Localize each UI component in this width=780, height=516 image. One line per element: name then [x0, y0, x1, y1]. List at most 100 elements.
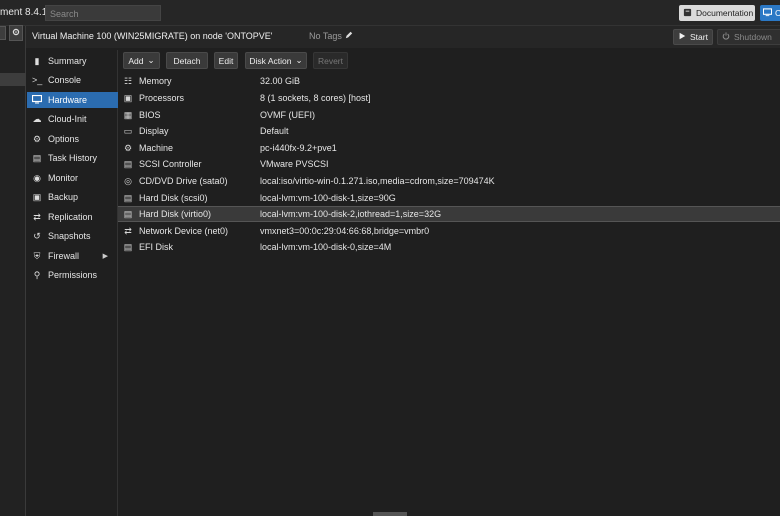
- cdrom-icon: ◎: [124, 175, 132, 186]
- nav-item-options[interactable]: ⚙ Options: [27, 131, 118, 147]
- table-row[interactable]: ⚙ Machine pc-i440fx-9.2+pve1: [118, 140, 780, 156]
- row-key: Memory: [139, 76, 172, 86]
- nav-label: Options: [48, 134, 80, 144]
- gear-icon: [12, 28, 20, 38]
- shutdown-button[interactable]: Shutdown: [717, 29, 780, 45]
- row-value: vmxnet3=00:0c:29:04:66:68,bridge=vmbr0: [260, 226, 430, 236]
- table-row[interactable]: ☷ Memory 32.00 GiB: [118, 73, 780, 89]
- exchange-icon: ⇄: [124, 225, 132, 236]
- nav-item-snapshots[interactable]: ↺ Snapshots: [27, 228, 118, 244]
- disk-action-button[interactable]: Disk Action ⌄: [245, 52, 307, 69]
- page-title: Virtual Machine 100 (WIN25MIGRATE) on no…: [32, 31, 273, 41]
- row-key: Hard Disk (scsi0): [139, 193, 208, 203]
- row-value: local-lvm:vm-100-disk-1,size=90G: [260, 193, 396, 203]
- nav-item-summary[interactable]: ▮ Summary: [27, 53, 118, 69]
- log-panel-resize-handle[interactable]: [373, 512, 407, 516]
- revert-label: Revert: [317, 55, 344, 66]
- view-selector-button[interactable]: [0, 26, 6, 40]
- nav-label: Console: [48, 75, 82, 85]
- chevron-down-icon: ⌄: [295, 55, 303, 65]
- nav-label: Monitor: [48, 173, 79, 183]
- cpu-icon: ▣: [123, 92, 133, 103]
- disk-action-label: Disk Action: [249, 55, 292, 66]
- table-row[interactable]: ▤ Hard Disk (scsi0) local-lvm:vm-100-dis…: [118, 190, 780, 206]
- table-row-selected[interactable]: ▤ Hard Disk (virtio0) local-lvm:vm-100-d…: [118, 206, 780, 222]
- nav-label: Replication: [48, 212, 93, 222]
- row-value: local-lvm:vm-100-disk-2,iothread=1,size=…: [260, 209, 442, 219]
- row-key: EFI Disk: [139, 242, 174, 252]
- chevron-down-icon: ⌄: [147, 55, 155, 65]
- book-icon: [683, 8, 692, 19]
- nav-label: Task History: [48, 153, 98, 163]
- pencil-icon[interactable]: [345, 31, 353, 41]
- nav-item-task-history[interactable]: ▤ Task History: [27, 150, 118, 166]
- tree-settings-button[interactable]: [9, 25, 23, 41]
- table-row[interactable]: ⇄ Network Device (net0) vmxnet3=00:0c:29…: [118, 223, 780, 239]
- hdd-icon: ▤: [123, 208, 133, 219]
- nav-item-monitor[interactable]: ◉ Monitor: [27, 170, 118, 186]
- row-key: BIOS: [139, 110, 161, 120]
- revert-button[interactable]: Revert: [313, 52, 348, 69]
- detach-button[interactable]: Detach: [166, 52, 208, 69]
- tree-selected-node[interactable]: [0, 73, 26, 86]
- row-key: Processors: [139, 93, 185, 103]
- top-bar: ment 8.4.1 Search Documentation C: [0, 0, 780, 26]
- hdd-icon: ▤: [123, 192, 133, 203]
- list-icon: ▤: [32, 152, 42, 163]
- documentation-label: Documentation: [696, 8, 754, 18]
- row-value: VMware PVSCSI: [260, 159, 329, 169]
- create-label: C: [775, 8, 780, 18]
- row-key: Network Device (net0): [139, 226, 229, 236]
- cogs-icon: ⚙: [123, 142, 133, 153]
- memory-icon: ☷: [123, 75, 133, 86]
- history-icon: ↺: [33, 230, 41, 241]
- add-button[interactable]: Add ⌄: [123, 52, 160, 69]
- nav-item-replication[interactable]: ⇄ Replication: [27, 209, 118, 225]
- detach-label: Detach: [173, 55, 201, 66]
- resource-tree: [0, 25, 26, 516]
- edit-button[interactable]: Edit: [214, 52, 238, 69]
- microchip-icon: ▦: [123, 109, 133, 120]
- save-icon: ▣: [32, 191, 42, 202]
- gear-icon: ⚙: [32, 133, 42, 144]
- nav-label: Firewall: [48, 251, 80, 261]
- row-value: 8 (1 sockets, 8 cores) [host]: [260, 93, 371, 103]
- retweet-icon: ⇄: [33, 211, 41, 222]
- nav-label: Hardware: [48, 95, 88, 105]
- nav-item-console[interactable]: >_ Console: [27, 72, 118, 88]
- nav-item-firewall[interactable]: ⛨ Firewall ▶: [27, 248, 118, 264]
- nav-item-hardware[interactable]: Hardware: [27, 92, 118, 108]
- play-icon: [678, 32, 686, 42]
- nav-label: Summary: [48, 56, 87, 66]
- create-vm-button[interactable]: C: [760, 5, 780, 21]
- nav-item-cloud-init[interactable]: ☁ Cloud-Init: [27, 111, 118, 127]
- table-row[interactable]: ▤ EFI Disk local-lvm:vm-100-disk-0,size=…: [118, 239, 780, 255]
- row-value: local:iso/virtio-win-0.1.271.iso,media=c…: [260, 176, 495, 186]
- add-label: Add: [128, 55, 144, 66]
- row-value: local-lvm:vm-100-disk-0,size=4M: [260, 242, 392, 252]
- tags-area[interactable]: No Tags: [309, 31, 353, 41]
- table-row[interactable]: ▭ Display Default: [118, 123, 780, 139]
- table-row[interactable]: ▣ Processors 8 (1 sockets, 8 cores) [hos…: [118, 90, 780, 106]
- desktop-icon: [762, 7, 773, 19]
- start-button[interactable]: Start: [673, 29, 713, 45]
- chevron-right-icon[interactable]: ▶: [103, 252, 108, 260]
- hardware-table: ☷ Memory 32.00 GiB ▣ Processors 8 (1 soc…: [118, 72, 780, 516]
- nav-item-permissions[interactable]: ⚲ Permissions: [27, 267, 118, 283]
- nav-label: Permissions: [48, 270, 98, 280]
- vm-header: Virtual Machine 100 (WIN25MIGRATE) on no…: [26, 26, 780, 48]
- documentation-button[interactable]: Documentation: [679, 5, 755, 21]
- row-key: Display: [139, 126, 169, 136]
- desktop-icon: ▭: [123, 125, 133, 136]
- row-key: CD/DVD Drive (sata0): [139, 176, 228, 186]
- row-value: OVMF (UEFI): [260, 110, 315, 120]
- table-row[interactable]: ▤ SCSI Controller VMware PVSCSI: [118, 156, 780, 172]
- terminal-icon: >_: [32, 75, 43, 85]
- nav-item-backup[interactable]: ▣ Backup: [27, 189, 118, 205]
- search-input[interactable]: Search: [45, 5, 161, 21]
- unlock-icon: ⚲: [33, 269, 41, 280]
- table-row[interactable]: ◎ CD/DVD Drive (sata0) local:iso/virtio-…: [118, 173, 780, 189]
- hardware-toolbar: Add ⌄ Detach Edit Disk Action ⌄ Revert: [118, 50, 780, 72]
- table-row[interactable]: ▦ BIOS OVMF (UEFI): [118, 107, 780, 123]
- tags-label: No Tags: [309, 31, 342, 41]
